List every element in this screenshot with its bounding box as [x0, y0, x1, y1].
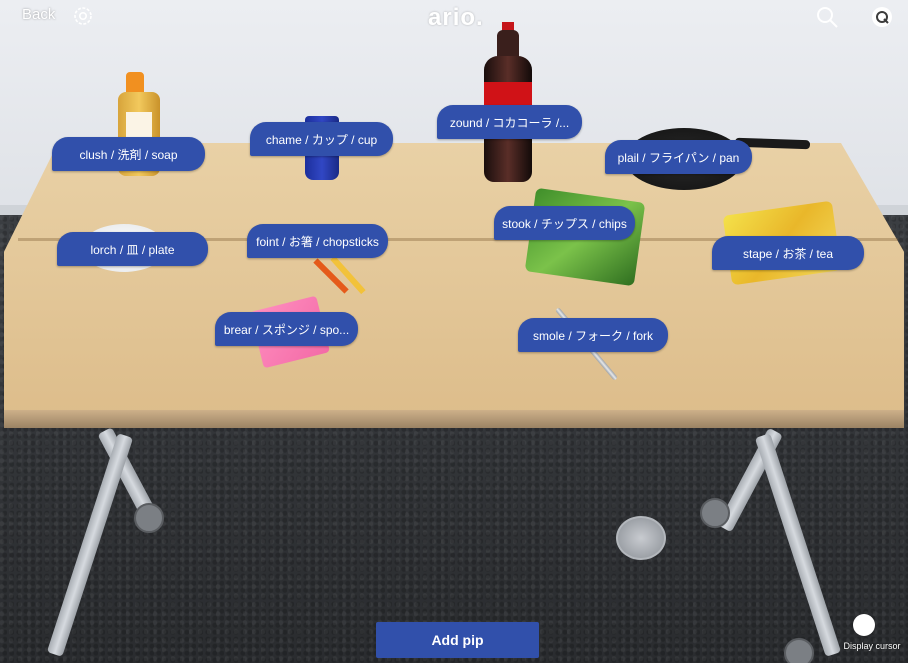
app-logo: ario. [428, 4, 484, 31]
object-label-cup[interactable]: chame / カップ / cup [250, 122, 393, 156]
add-pip-button[interactable]: Add pip [376, 622, 539, 658]
top-bar: Back ario. [0, 0, 908, 34]
display-cursor-label: Display cursor [843, 641, 901, 651]
object-label-fork[interactable]: smole / フォーク / fork [518, 318, 668, 352]
soap-label [126, 112, 152, 138]
chat-icon[interactable] [870, 5, 894, 29]
back-button[interactable]: Back [22, 6, 55, 23]
table-wheel [134, 503, 164, 533]
object-label-tea[interactable]: stape / お茶 / tea [712, 236, 864, 270]
gear-icon[interactable] [72, 5, 94, 27]
object-label-sponge[interactable]: brear / スポンジ / spo... [215, 312, 358, 346]
cola-bottle [484, 22, 532, 182]
cola-label [484, 82, 532, 106]
search-icon[interactable] [815, 5, 839, 29]
display-cursor-toggle[interactable] [853, 614, 875, 636]
table-wheel [700, 498, 730, 528]
camera-view [0, 0, 908, 663]
object-label-cola[interactable]: zound / コカコーラ /... [437, 105, 582, 139]
object-label-chips[interactable]: stook / チップス / chips [494, 206, 635, 240]
object-label-soap[interactable]: clush / 洗剤 / soap [52, 137, 205, 171]
object-label-plate[interactable]: lorch / 皿 / plate [57, 232, 208, 266]
table-edge [4, 410, 904, 428]
floor-outlet [616, 516, 666, 560]
table-wheel [784, 638, 814, 663]
object-label-pan[interactable]: plail / フライパン / pan [605, 140, 752, 174]
object-label-chopsticks[interactable]: foint / お箸 / chopsticks [247, 224, 388, 258]
